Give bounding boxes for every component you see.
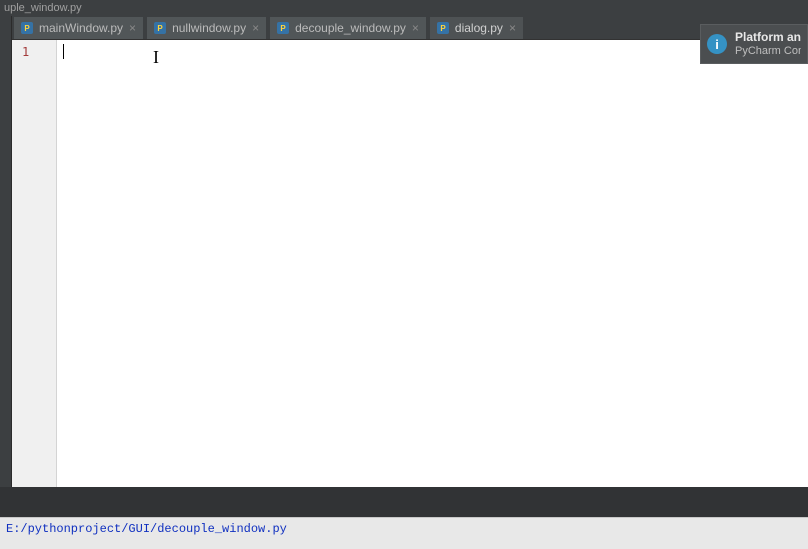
status-path: E:/pythonproject/GUI/decouple_window.py — [6, 522, 287, 536]
status-bar: E:/pythonproject/GUI/decouple_window.py — [0, 517, 808, 549]
tab-label: nullwindow.py — [172, 21, 246, 35]
svg-text:P: P — [24, 24, 30, 33]
line-gutter[interactable]: 1 — [12, 40, 57, 487]
info-icon: i — [707, 34, 727, 54]
close-icon[interactable]: × — [251, 22, 260, 34]
notification-subtitle: PyCharm Com — [735, 45, 801, 58]
ibeam-cursor: I — [153, 47, 159, 68]
bottom-tool-panel[interactable] — [0, 487, 808, 517]
breadcrumb-text: uple_window.py — [4, 1, 82, 15]
notification-title: Platform and — [735, 30, 801, 44]
tab-bar: P mainWindow.py × P nullwindow.py × P de… — [12, 16, 808, 40]
tab-mainwindow[interactable]: P mainWindow.py × — [14, 17, 143, 39]
python-file-icon: P — [276, 21, 290, 35]
tab-nullwindow[interactable]: P nullwindow.py × — [147, 17, 266, 39]
tab-label: mainWindow.py — [39, 21, 123, 35]
left-tool-strip[interactable] — [0, 16, 12, 487]
tab-dialog[interactable]: P dialog.py × — [430, 17, 523, 39]
tab-label: decouple_window.py — [295, 21, 406, 35]
notification-text: Platform and PyCharm Com — [735, 30, 801, 58]
python-file-icon: P — [20, 21, 34, 35]
line-number: 1 — [22, 44, 56, 61]
svg-text:P: P — [157, 24, 163, 33]
breadcrumb[interactable]: uple_window.py — [0, 0, 808, 16]
editor-content[interactable]: I — [57, 40, 808, 487]
text-caret — [63, 44, 64, 59]
close-icon[interactable]: × — [411, 22, 420, 34]
tab-label: dialog.py — [455, 21, 503, 35]
svg-text:P: P — [440, 24, 446, 33]
python-file-icon: P — [153, 21, 167, 35]
tab-decouple-window[interactable]: P decouple_window.py × — [270, 17, 426, 39]
close-icon[interactable]: × — [128, 22, 137, 34]
close-icon[interactable]: × — [508, 22, 517, 34]
editor[interactable]: 1 I — [12, 40, 808, 487]
svg-text:P: P — [280, 24, 286, 33]
python-file-icon: P — [436, 21, 450, 35]
notification-popup[interactable]: i Platform and PyCharm Com — [700, 24, 808, 64]
